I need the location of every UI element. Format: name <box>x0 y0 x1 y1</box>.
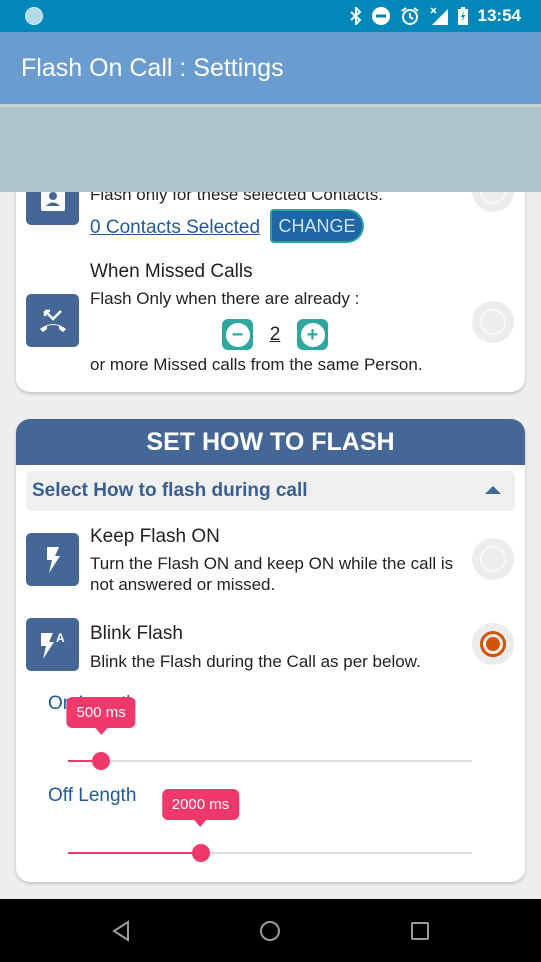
flash-auto-icon: A <box>26 618 79 671</box>
settings-scroll-area[interactable]: Flash only for these selected Contacts. … <box>0 192 541 899</box>
plus-icon: + <box>300 322 325 347</box>
radio-ring <box>480 631 506 657</box>
status-time: 13:54 <box>477 6 521 25</box>
home-button[interactable] <box>256 917 284 945</box>
slider-fill <box>68 852 201 854</box>
slider-thumb[interactable] <box>191 844 210 862</box>
option-title: Keep Flash ON <box>90 526 220 547</box>
back-button[interactable] <box>107 917 135 945</box>
battery-charging-icon <box>457 7 468 25</box>
flash-icon <box>26 533 79 586</box>
radio-ring <box>480 546 506 572</box>
status-icons: 13:54 <box>349 0 521 32</box>
blink-flash-radio[interactable] <box>472 623 514 665</box>
radio-ring <box>480 309 506 335</box>
missed-call-icon <box>26 294 79 347</box>
svg-text:A: A <box>56 631 65 645</box>
contacts-selected-link[interactable]: 0 Contacts Selected <box>90 217 260 239</box>
option-title: Blink Flash <box>90 623 183 644</box>
banner-area <box>0 104 541 192</box>
do-not-disturb-icon <box>371 7 390 25</box>
dropdown-label: Select How to flash during call <box>32 480 308 501</box>
slider-value-bubble: 2000 ms <box>161 789 240 827</box>
back-icon <box>112 920 129 942</box>
option-description: Blink the Flash during the Call as per b… <box>90 652 421 671</box>
recents-icon <box>411 922 429 940</box>
missed-calls-stepper: − 2 + <box>222 319 328 350</box>
status-bar: 13:54 <box>0 0 541 32</box>
change-contacts-button[interactable]: CHANGE <box>270 209 364 243</box>
slider-thumb[interactable] <box>92 752 111 770</box>
filter-card: Flash only for these selected Contacts. … <box>16 192 525 392</box>
notification-dot-icon <box>25 7 43 25</box>
alarm-icon <box>400 6 420 26</box>
flash-mode-dropdown[interactable]: Select How to flash during call <box>26 471 515 511</box>
contact-icon <box>26 192 79 225</box>
recents-button[interactable] <box>406 917 434 945</box>
caret-up-icon <box>485 486 501 494</box>
bluetooth-icon <box>349 7 362 25</box>
radio-dot <box>486 637 500 651</box>
navigation-bar <box>0 899 541 962</box>
missed-calls-title: When Missed Calls <box>90 261 253 282</box>
minus-icon: − <box>225 322 250 347</box>
contacts-radio[interactable] <box>472 192 514 212</box>
flash-mode-card: SET HOW TO FLASH Select How to flash dur… <box>16 419 525 882</box>
section-header: SET HOW TO FLASH <box>16 419 525 465</box>
no-signal-icon <box>429 7 448 25</box>
home-icon <box>260 921 280 941</box>
missed-calls-radio[interactable] <box>472 301 514 343</box>
decrement-button[interactable]: − <box>222 319 253 350</box>
slider-track <box>68 760 472 762</box>
increment-button[interactable]: + <box>297 319 328 350</box>
keep-flash-on-radio[interactable] <box>472 538 514 580</box>
off-length-slider[interactable]: 2000 ms <box>68 789 472 863</box>
app-bar: Flash On Call : Settings <box>0 32 541 104</box>
off-length-label: Off Length <box>48 785 137 806</box>
missed-calls-text-before: Flash Only when there are already : <box>90 289 360 308</box>
contacts-description: Flash only for these selected Contacts. <box>90 192 383 204</box>
missed-calls-count[interactable]: 2 <box>253 324 297 346</box>
on-length-slider[interactable]: 500 ms <box>66 697 472 771</box>
slider-value-bubble: 500 ms <box>66 697 136 735</box>
missed-calls-text-after: or more Missed calls from the same Perso… <box>90 355 423 374</box>
option-description: Turn the Flash ON and keep ON while the … <box>90 554 454 594</box>
radio-ring <box>480 192 506 204</box>
page-title: Flash On Call : Settings <box>21 54 284 82</box>
